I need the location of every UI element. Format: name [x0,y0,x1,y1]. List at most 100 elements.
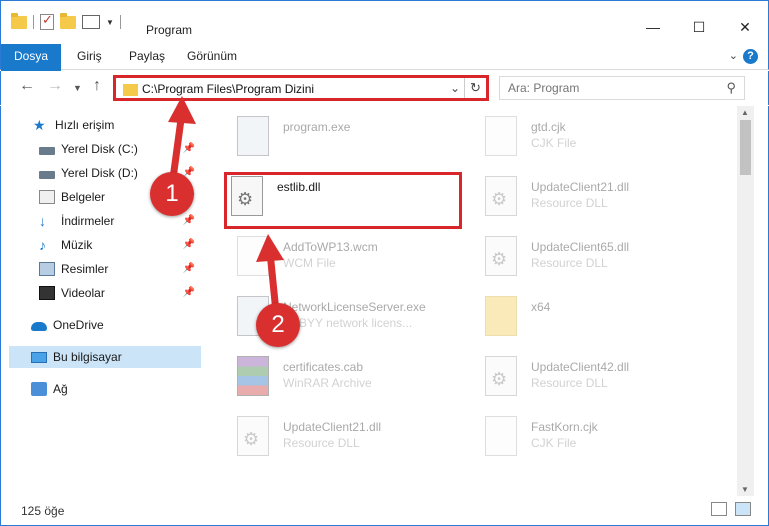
large-icons-view-icon[interactable] [735,502,751,516]
forward-arrow-icon[interactable]: → [47,77,63,95]
file-name: gtd.cjk [531,120,566,134]
properties-icon[interactable] [82,15,100,29]
file-type: CJK File [531,136,577,150]
file-item[interactable]: AddToWP13.wcm WCM File [217,230,457,286]
file-type: WCM File [283,256,336,270]
folder-name: x64 [531,300,551,314]
recent-locations-icon[interactable]: ▼ [73,83,82,93]
download-icon: ↓ [39,213,46,229]
file-list: program.exe gtd.cjk CJK File estlib.dll … [207,106,737,496]
details-view-icon[interactable] [711,502,727,516]
cloud-icon [31,322,47,331]
pictures-icon [39,262,55,276]
help-icon[interactable]: ? [743,49,758,64]
search-icon[interactable]: ⚲ [726,80,736,96]
file-item[interactable]: FastKorn.cjk CJK File [465,410,705,466]
dll-icon [485,236,517,276]
tab-home[interactable]: Giriş [67,44,112,69]
minimize-button[interactable]: — [630,13,676,41]
file-item[interactable]: program.exe [217,110,457,166]
pin-icon[interactable]: 📌 [183,239,195,250]
refresh-icon[interactable]: ↻ [464,78,486,98]
tab-share[interactable]: Paylaş [119,44,175,69]
file-item[interactable]: UpdateClient65.dll Resource DLL [465,230,705,286]
computer-icon [31,351,47,363]
highlight-box [224,172,462,229]
dll-icon [485,176,517,216]
navigation-bar: ← → ▼ ↑ C:\Program Files\Program Dizini … [0,71,769,105]
file-item[interactable]: UpdateClient21.dll Resource DLL [465,170,705,226]
sidebar-item-network[interactable]: Ağ [31,378,201,400]
scroll-down-icon[interactable]: ▼ [741,485,749,494]
file-icon [485,116,517,156]
sidebar-item-quick-access[interactable]: ★ Hızlı erişim [33,114,233,136]
pin-icon[interactable]: 📌 [183,215,195,226]
address-path: C:\Program Files\Program Dizini [142,82,315,96]
file-name: NetworkLicenseServer.exe [283,300,426,314]
search-box[interactable]: ⚲ [499,76,745,100]
window-title: Program [146,23,193,37]
dll-icon [237,416,269,456]
up-arrow-icon[interactable]: ↑ [93,77,101,95]
tab-view[interactable]: Görünüm [177,44,247,69]
pin-icon[interactable]: 📌 [183,143,195,154]
sidebar-item-label: Resimler [61,262,109,276]
exe-icon [237,116,269,156]
chevron-down-icon[interactable]: ⌄ [450,81,460,95]
ribbon-tabs: Dosya Giriş Paylaş Görünüm ⌄ ? [0,44,769,100]
file-name: UpdateClient42.dll [531,360,630,374]
videos-icon [39,286,55,300]
sidebar-item-label: Hızlı erişim [55,118,115,132]
music-icon: ♪ [39,237,46,253]
window-border [754,106,769,496]
search-input[interactable] [500,77,700,99]
file-name: UpdateClient21.dll [283,420,382,434]
quick-access-toolbar: ▼ [11,10,121,34]
file-icon [237,236,269,276]
back-arrow-icon[interactable]: ← [19,77,35,95]
pin-icon[interactable]: 📌 [183,263,195,274]
file-type: ABBYY network licens... [283,316,413,330]
new-folder-icon[interactable] [60,12,76,29]
folder-icon [11,12,27,29]
file-item[interactable]: gtd.cjk CJK File [465,110,705,166]
file-name: program.exe [283,120,351,134]
file-type: Resource DLL [531,376,608,390]
file-item[interactable]: NetworkLicenseServer.exe ABBYY network l… [217,290,457,346]
vertical-scrollbar[interactable]: ▲ ▼ [737,106,754,496]
folder-item[interactable]: x64 [465,290,705,346]
item-count: 125 öğe [21,504,65,518]
step-2-badge: 2 [256,303,300,347]
sidebar-item-label: Yerel Disk (C:) [61,142,138,156]
sidebar-item-music[interactable]: ♪ Müzik 📌 [39,234,201,256]
status-bar: 125 öğe [0,496,769,526]
close-button[interactable]: ✕ [722,13,768,41]
pin-icon[interactable]: 📌 [183,287,195,298]
file-icon [485,416,517,456]
file-type: WinRAR Archive [283,376,372,390]
sidebar-item-pictures[interactable]: Resimler 📌 [39,258,201,280]
step-1-badge: 1 [150,172,194,216]
sidebar-item-label: Bu bilgisayar [53,350,122,364]
file-name: UpdateClient21.dll [531,180,630,194]
separator [119,15,121,29]
sidebar-item-label: Videolar [61,286,105,300]
expand-ribbon-icon[interactable]: ⌄ [729,49,738,62]
sidebar-item-label: İndirmeler [61,214,115,228]
address-bar[interactable]: C:\Program Files\Program Dizini ⌄ ↻ [113,75,489,101]
chevron-down-icon[interactable]: ▼ [106,18,114,27]
scroll-up-icon[interactable]: ▲ [741,108,749,117]
sidebar-item-this-pc[interactable]: Bu bilgisayar [9,346,201,368]
maximize-button[interactable]: ☐ [676,13,722,41]
file-item[interactable]: UpdateClient21.dll Resource DLL [217,410,457,466]
sidebar-item-label: Belgeler [61,190,106,204]
sidebar-item-onedrive[interactable]: OneDrive [31,314,201,336]
separator [33,15,34,29]
sidebar-item-videos[interactable]: Videolar 📌 [39,282,201,304]
drive-icon [39,170,55,179]
properties-check-icon[interactable] [40,12,54,30]
scroll-thumb[interactable] [740,120,751,175]
sidebar-item-local-disk-c[interactable]: Yerel Disk (C:) 📌 [39,138,201,160]
file-item[interactable]: UpdateClient42.dll Resource DLL [465,350,705,406]
file-item[interactable]: certificates.cab WinRAR Archive [217,350,457,406]
